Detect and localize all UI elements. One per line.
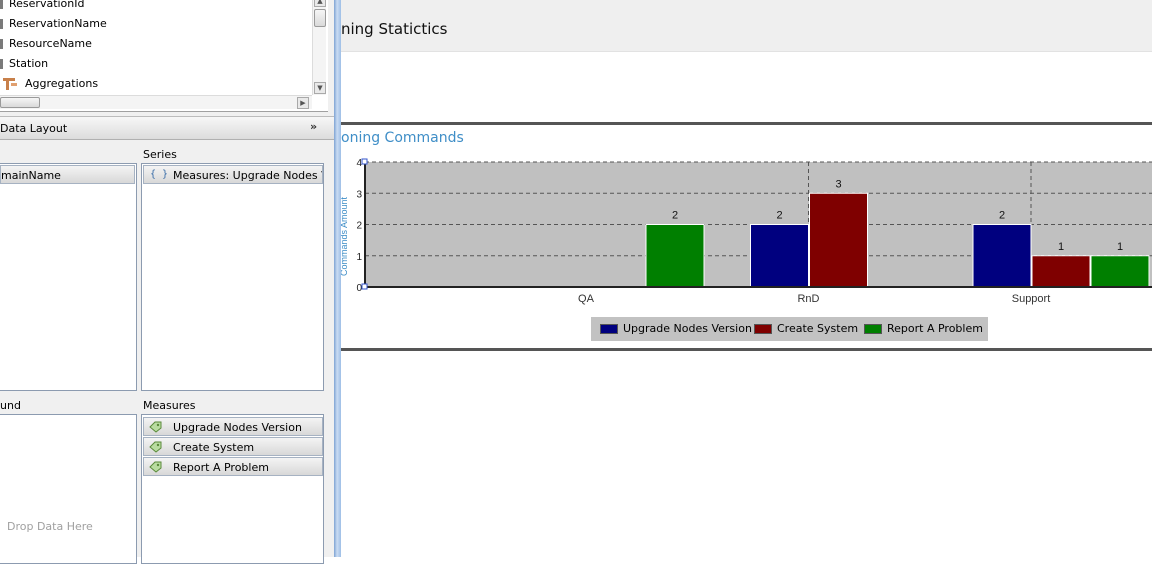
- bar-create-system: [809, 192, 868, 288]
- bar-value-label: 3: [835, 178, 841, 190]
- bar-chart[interactable]: 01234QA RnD Support2 23121Commands Amount: [341, 155, 1152, 315]
- braces-icon: { }: [150, 169, 169, 180]
- collapse-chevron-icon[interactable]: »: [310, 120, 317, 133]
- series-drop-area[interactable]: { } Measures: Upgrade Nodes Version: [141, 163, 324, 391]
- legend-swatch: [754, 324, 772, 334]
- legend-label: Report A Problem: [887, 322, 983, 335]
- legend-label: Upgrade Nodes Version: [623, 322, 752, 335]
- bar-value-label: 1: [1058, 241, 1064, 253]
- legend-swatch: [600, 324, 618, 334]
- measure-icon: [149, 441, 162, 453]
- chart-top-rule: [341, 122, 1152, 125]
- x-tick-label: RnD: [797, 293, 819, 305]
- panel-splitter[interactable]: [334, 0, 341, 557]
- series-section-label: Series: [143, 148, 177, 161]
- x-tick-label: Support: [1012, 293, 1051, 305]
- series-field-item[interactable]: { } Measures: Upgrade Nodes Version: [143, 165, 323, 184]
- bar-report-a-problem: [645, 224, 705, 288]
- bar-upgrade-nodes-version: [972, 224, 1032, 288]
- y-tick-label: 2: [356, 221, 362, 232]
- measure-item-report-a-problem[interactable]: Report A Problem: [143, 457, 323, 476]
- background-section-label: und: [0, 399, 21, 412]
- aggregations-icon: [3, 78, 17, 90]
- report-canvas: ning Statictics oning Commands 0 1 2 3 4 QA Rn…: [341, 0, 1152, 557]
- measures-section-label: Measures: [143, 399, 196, 412]
- selection-handle: [361, 283, 368, 290]
- chart-bottom-rule: [341, 348, 1152, 351]
- bar-value-label: 2: [999, 210, 1005, 222]
- rows-field-item[interactable]: mainName: [0, 165, 135, 184]
- bar-value-label: 2: [672, 210, 678, 222]
- chart-legend: Upgrade Nodes Version Create System Report…: [591, 317, 988, 341]
- legend-swatch: [864, 324, 882, 334]
- legend-label: Create System: [777, 322, 859, 335]
- bar-value-label: 1: [1117, 241, 1123, 253]
- left-panel: ReservationId ReservationName ResourceNa…: [0, 0, 334, 564]
- rows-drop-area[interactable]: mainName: [0, 163, 137, 391]
- bar-create-system: [1031, 255, 1091, 288]
- field-list[interactable]: ReservationId ReservationName ResourceNa…: [0, 0, 328, 112]
- measure-item-upgrade-nodes-version[interactable]: Upgrade Nodes Version: [143, 417, 323, 436]
- data-layout-header[interactable]: Data Layout »: [0, 116, 334, 140]
- bar-report-a-problem: [1090, 255, 1150, 288]
- scroll-up-button[interactable]: ▲: [314, 0, 326, 7]
- report-title-bar: ning Statictics: [341, 0, 1152, 52]
- bar-upgrade-nodes-version: [750, 224, 809, 288]
- measure-item-create-system[interactable]: Create System: [143, 437, 323, 456]
- y-tick-label: 3: [356, 189, 362, 200]
- background-drop-area[interactable]: [0, 414, 137, 564]
- chart-title: oning Commands: [341, 130, 464, 146]
- data-layout-title: Data Layout: [0, 122, 68, 135]
- measure-icon: [149, 421, 162, 433]
- measures-drop-area[interactable]: Upgrade Nodes Version Create System Repo…: [141, 414, 324, 564]
- measure-icon: [149, 461, 162, 473]
- scroll-right-button[interactable]: ▶: [297, 97, 309, 109]
- selection-handle: [361, 158, 368, 165]
- scroll-down-button[interactable]: ▼: [314, 82, 326, 94]
- y-tick-label: 1: [356, 252, 362, 263]
- horizontal-scroll-thumb[interactable]: [0, 97, 40, 108]
- drop-data-hint: Drop Data Here: [7, 520, 93, 533]
- scroll-thumb[interactable]: [314, 9, 326, 27]
- field-list-vertical-scrollbar[interactable]: ▲ ▼: [312, 0, 326, 95]
- y-axis-label: Commands Amount: [341, 196, 349, 276]
- field-list-horizontal-scrollbar[interactable]: ▶: [0, 95, 312, 109]
- report-title: ning Statictics: [341, 20, 448, 38]
- x-tick-label: QA: [578, 293, 595, 305]
- bar-value-label: 2: [776, 210, 782, 222]
